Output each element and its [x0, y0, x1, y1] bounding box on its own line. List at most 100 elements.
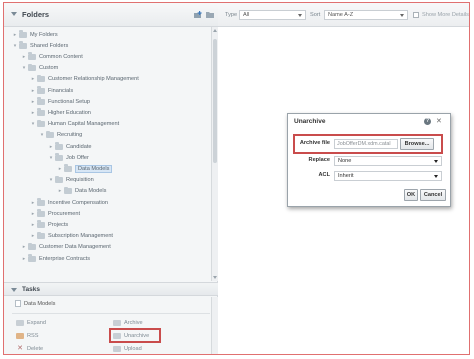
- expanded-icon[interactable]: ▾: [48, 155, 54, 161]
- collapsed-icon[interactable]: ▸: [30, 200, 36, 206]
- upload-label: Upload: [124, 346, 142, 352]
- folder-icon: [37, 86, 45, 94]
- collapsed-icon[interactable]: ▸: [30, 76, 36, 82]
- tree-item[interactable]: ▸ Financials: [30, 85, 73, 96]
- tree-item[interactable]: ▾ Human Capital Management: [30, 119, 119, 130]
- tree-item[interactable]: ▸ Data Models: [57, 186, 106, 197]
- tree-item-label: Incentive Compensation: [48, 199, 109, 206]
- rss-icon: [16, 333, 24, 339]
- tasks-title: Tasks: [22, 286, 40, 293]
- acl-value: Inherit: [338, 173, 354, 179]
- expanded-icon[interactable]: ▾: [48, 177, 54, 183]
- expanded-icon[interactable]: ▾: [30, 121, 36, 127]
- collapsed-icon[interactable]: ▸: [30, 222, 36, 228]
- upload-task[interactable]: Upload: [113, 346, 142, 352]
- collapsed-icon[interactable]: ▸: [30, 233, 36, 239]
- tree-item-label: Custom: [39, 65, 59, 72]
- archive-label: Archive: [124, 320, 143, 326]
- folder-icon: [19, 41, 27, 49]
- tree-item[interactable]: ▸ My Folders: [12, 29, 58, 40]
- folder-action-icon[interactable]: [206, 11, 215, 19]
- collapsed-icon[interactable]: ▸: [21, 244, 27, 250]
- scroll-down-icon[interactable]: [213, 276, 217, 279]
- tree-item[interactable]: ▸ Enterprise Contracts: [21, 253, 90, 264]
- tree-item[interactable]: ▸ Customer Relationship Management: [30, 74, 139, 85]
- tasks-header: Tasks: [4, 282, 218, 296]
- tree-item[interactable]: ▸ Customer Data Management: [21, 242, 111, 253]
- divider: [12, 313, 210, 314]
- cancel-button[interactable]: Cancel: [420, 189, 446, 201]
- type-select[interactable]: All: [239, 10, 306, 20]
- delete-task[interactable]: ✕ Delete: [16, 345, 43, 352]
- archive-task[interactable]: Archive: [113, 320, 143, 326]
- folder-icon: [46, 130, 54, 139]
- acl-select[interactable]: Inherit: [334, 171, 442, 181]
- content-toolbar: Type All Sort Name A-Z Show More Details: [218, 3, 469, 27]
- folder-icon: [37, 108, 45, 116]
- document-icon: [15, 300, 21, 307]
- collapsed-icon[interactable]: ▸: [21, 54, 27, 60]
- ok-button[interactable]: OK: [404, 189, 418, 201]
- collapse-icon[interactable]: [11, 12, 17, 16]
- tree-item[interactable]: ▸ Data Models: [57, 163, 113, 174]
- tree-item[interactable]: ▸ Projects: [30, 219, 68, 230]
- tree-item[interactable]: ▸ Common Content: [21, 51, 83, 62]
- tree-item[interactable]: ▸ Procurement: [30, 208, 80, 219]
- collapse-icon[interactable]: [11, 288, 17, 292]
- tree-item-label: Functional Setup: [48, 98, 90, 105]
- folder-icon: [28, 254, 36, 262]
- collapsed-icon[interactable]: ▸: [57, 166, 63, 172]
- tree-item-label: Job Offer: [66, 154, 89, 161]
- folder-icon: [19, 30, 27, 38]
- tree-item-label: Recruiting: [57, 132, 83, 139]
- tree-item[interactable]: ▸ Subscription Management: [30, 231, 113, 242]
- tree-item[interactable]: ▾ Custom: [21, 63, 58, 74]
- scroll-thumb[interactable]: [213, 39, 217, 163]
- expanded-icon[interactable]: ▾: [21, 65, 27, 71]
- collapsed-icon[interactable]: ▸: [30, 211, 36, 217]
- folder-tree: ▸ My Folders ▾ Shared Folders ▸ Common Conten…: [4, 27, 211, 281]
- tree-item[interactable]: ▾ Requisition: [48, 175, 94, 186]
- tree-item[interactable]: ▾ Recruiting: [39, 130, 82, 141]
- collapsed-icon[interactable]: ▸: [48, 144, 54, 150]
- tree-item[interactable]: ▸ Candidate: [48, 141, 92, 152]
- folder-icon: [28, 52, 36, 60]
- folder-icon: [37, 220, 45, 228]
- tasks-scrollbar[interactable]: [211, 297, 218, 354]
- collapsed-icon[interactable]: ▸: [12, 32, 18, 38]
- tree-item[interactable]: ▸ Higher Education: [30, 107, 91, 118]
- tree-item[interactable]: ▸ Incentive Compensation: [30, 197, 108, 208]
- close-icon[interactable]: ✕: [436, 117, 442, 125]
- folder-icon: [64, 164, 72, 172]
- sort-select[interactable]: Name A-Z: [324, 10, 408, 20]
- tree-item[interactable]: ▾ Job Offer: [48, 152, 89, 163]
- rss-task[interactable]: RSS: [16, 333, 39, 339]
- tree-item-label: Enterprise Contracts: [39, 255, 90, 262]
- collapsed-icon[interactable]: ▸: [30, 88, 36, 94]
- collapsed-icon[interactable]: ▸: [30, 110, 36, 116]
- new-folder-icon[interactable]: [194, 11, 203, 19]
- expand-task[interactable]: Expand: [16, 320, 46, 326]
- folder-icon: [28, 63, 36, 72]
- expanded-icon[interactable]: ▾: [12, 43, 18, 49]
- show-more-checkbox[interactable]: [413, 12, 419, 18]
- help-icon[interactable]: ?: [424, 118, 431, 125]
- folder-icon: [28, 242, 36, 251]
- expanded-icon[interactable]: ▾: [39, 132, 45, 138]
- tree-item-label: Candidate: [66, 143, 92, 150]
- collapsed-icon[interactable]: ▸: [21, 256, 27, 262]
- scroll-up-icon[interactable]: [213, 29, 217, 32]
- folders-panel: Folders ▸ My Folders ▾ Shared Folders ▸ Commo…: [4, 3, 218, 354]
- chevron-down-icon: [434, 160, 438, 163]
- replace-select[interactable]: None: [334, 156, 442, 166]
- tree-item[interactable]: ▾ Shared Folders: [12, 40, 68, 51]
- tree-item[interactable]: ▸ Functional Setup: [30, 96, 90, 107]
- collapsed-icon[interactable]: ▸: [57, 188, 63, 194]
- folders-header: Folders: [4, 3, 218, 27]
- show-more-label: Show More Details: [422, 12, 469, 18]
- tree-scrollbar[interactable]: [211, 27, 218, 281]
- archive-file-highlight: [293, 134, 443, 154]
- tree-item-label: Procurement: [48, 210, 81, 217]
- collapsed-icon[interactable]: ▸: [30, 99, 36, 105]
- tree-item-label: Projects: [48, 221, 69, 228]
